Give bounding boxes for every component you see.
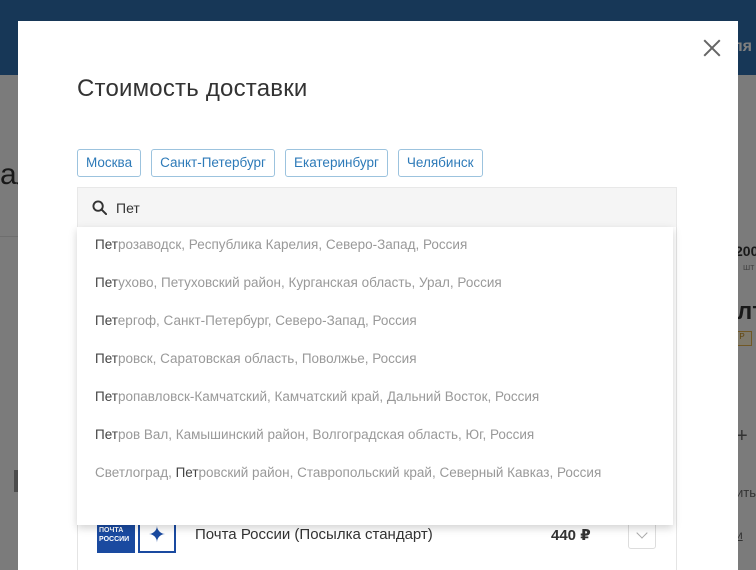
suggestion-match: Пет [95,237,118,252]
city-chip-chelyabinsk[interactable]: Челябинск [397,149,483,177]
suggestion-item[interactable]: Петергоф, Санкт-Петербург, Северо-Запад,… [95,308,655,333]
quick-city-list: Москва Санкт-Петербург Екатеринбург Челя… [77,149,483,177]
suggestion-rest: ропавловск-Камчатский, Камчатский край, … [117,389,540,404]
suggestion-item[interactable]: Петрозаводск, Республика Карелия, Северо… [95,232,655,257]
suggestion-rest: розаводск, Республика Карелия, Северо-За… [117,237,468,252]
search-input[interactable] [116,198,656,218]
close-icon[interactable] [702,38,722,58]
search-icon [92,200,107,215]
suggestion-match: Пет [95,313,118,328]
suggestion-rest: ровский район, Ставропольский край, Севе… [198,465,602,480]
carrier-price: 440 ₽ [551,527,591,544]
city-chip-saint-petersburg[interactable]: Санкт-Петербург [151,149,275,177]
city-chip-yekaterinburg[interactable]: Екатеринбург [284,149,388,177]
delivery-cost-modal: Стоимость доставки Москва Санкт-Петербур… [18,21,738,570]
suggestion-item[interactable]: Петропавловск-Камчатский, Камчатский кра… [95,384,655,409]
suggestion-rest: ровск, Саратовская область, Поволжье, Ро… [117,351,417,366]
city-search [77,187,677,227]
suggestion-match: Пет [175,465,199,480]
carrier-name: Почта России (Посылка стандарт) [195,526,433,543]
chevron-down-icon[interactable] [628,521,656,549]
suggestion-rest: ухово, Петуховский район, Курганская обл… [118,275,502,290]
suggestion-prefix: Светлоград, [95,465,176,480]
modal-title: Стоимость доставки [77,75,308,102]
suggestion-match: Пет [95,275,119,290]
suggestion-rest: ергоф, Санкт-Петербург, Северо-Запад, Ро… [117,313,417,328]
suggestion-item[interactable]: Светлоград, Петровский район, Ставрополь… [95,460,635,485]
suggestion-item[interactable]: Петровск, Саратовская область, Поволжье,… [95,346,655,371]
suggestion-item[interactable]: Петухово, Петуховский район, Курганская … [95,270,655,295]
suggestion-match: Пет [95,427,118,442]
suggestion-dropdown: Петрозаводск, Республика Карелия, Северо… [77,227,673,525]
city-chip-moscow[interactable]: Москва [77,149,142,177]
suggestion-match: Пет [95,351,118,366]
suggestion-rest: ров Вал, Камышинский район, Волгоградска… [117,427,535,442]
suggestion-item[interactable]: Петров Вал, Камышинский район, Волгоград… [95,422,655,447]
suggestion-match: Пет [95,389,118,404]
